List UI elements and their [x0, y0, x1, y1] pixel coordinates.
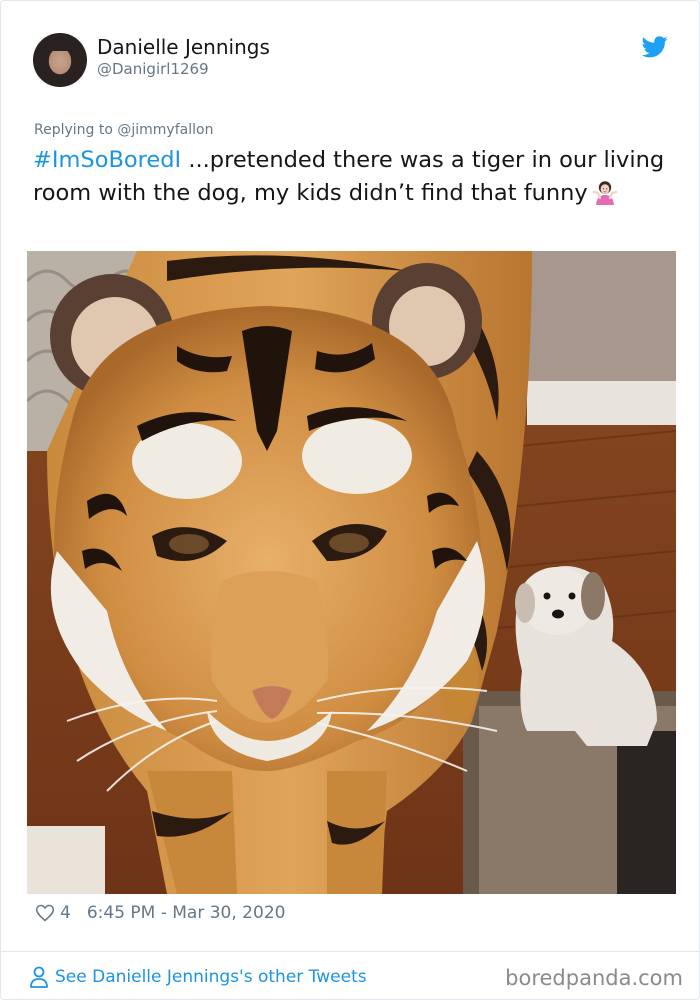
author-handle[interactable]: @Danigirl1269 — [97, 60, 209, 78]
tiger-and-dog-photo[interactable] — [27, 251, 676, 894]
heart-icon[interactable] — [35, 903, 55, 923]
boredpanda-watermark: boredpanda.com — [505, 966, 683, 990]
tweet-meta: 4 6:45 PM - Mar 30, 2020 — [35, 900, 285, 926]
other-tweets-link[interactable]: See Danielle Jennings's other Tweets — [29, 963, 367, 991]
timestamp[interactable]: 6:45 PM - Mar 30, 2020 — [87, 903, 286, 923]
woman-shrugging-emoji-icon — [592, 179, 618, 205]
avatar[interactable] — [33, 33, 87, 87]
person-icon — [30, 966, 48, 988]
replying-to[interactable]: Replying to @jimmyfallon — [34, 122, 213, 138]
like-count[interactable]: 4 — [60, 903, 71, 923]
twitter-bird-icon[interactable] — [642, 36, 668, 58]
hashtag-link[interactable]: #ImSoBoredI — [33, 147, 181, 173]
author-name[interactable]: Danielle Jennings — [97, 35, 270, 59]
tweet-text: #ImSoBoredI ...pretended there was a tig… — [33, 144, 673, 210]
footer-divider — [1, 951, 699, 952]
other-tweets-label[interactable]: See Danielle Jennings's other Tweets — [55, 967, 367, 987]
tweet-card: Danielle Jennings @Danigirl1269 Replying… — [0, 0, 700, 1000]
